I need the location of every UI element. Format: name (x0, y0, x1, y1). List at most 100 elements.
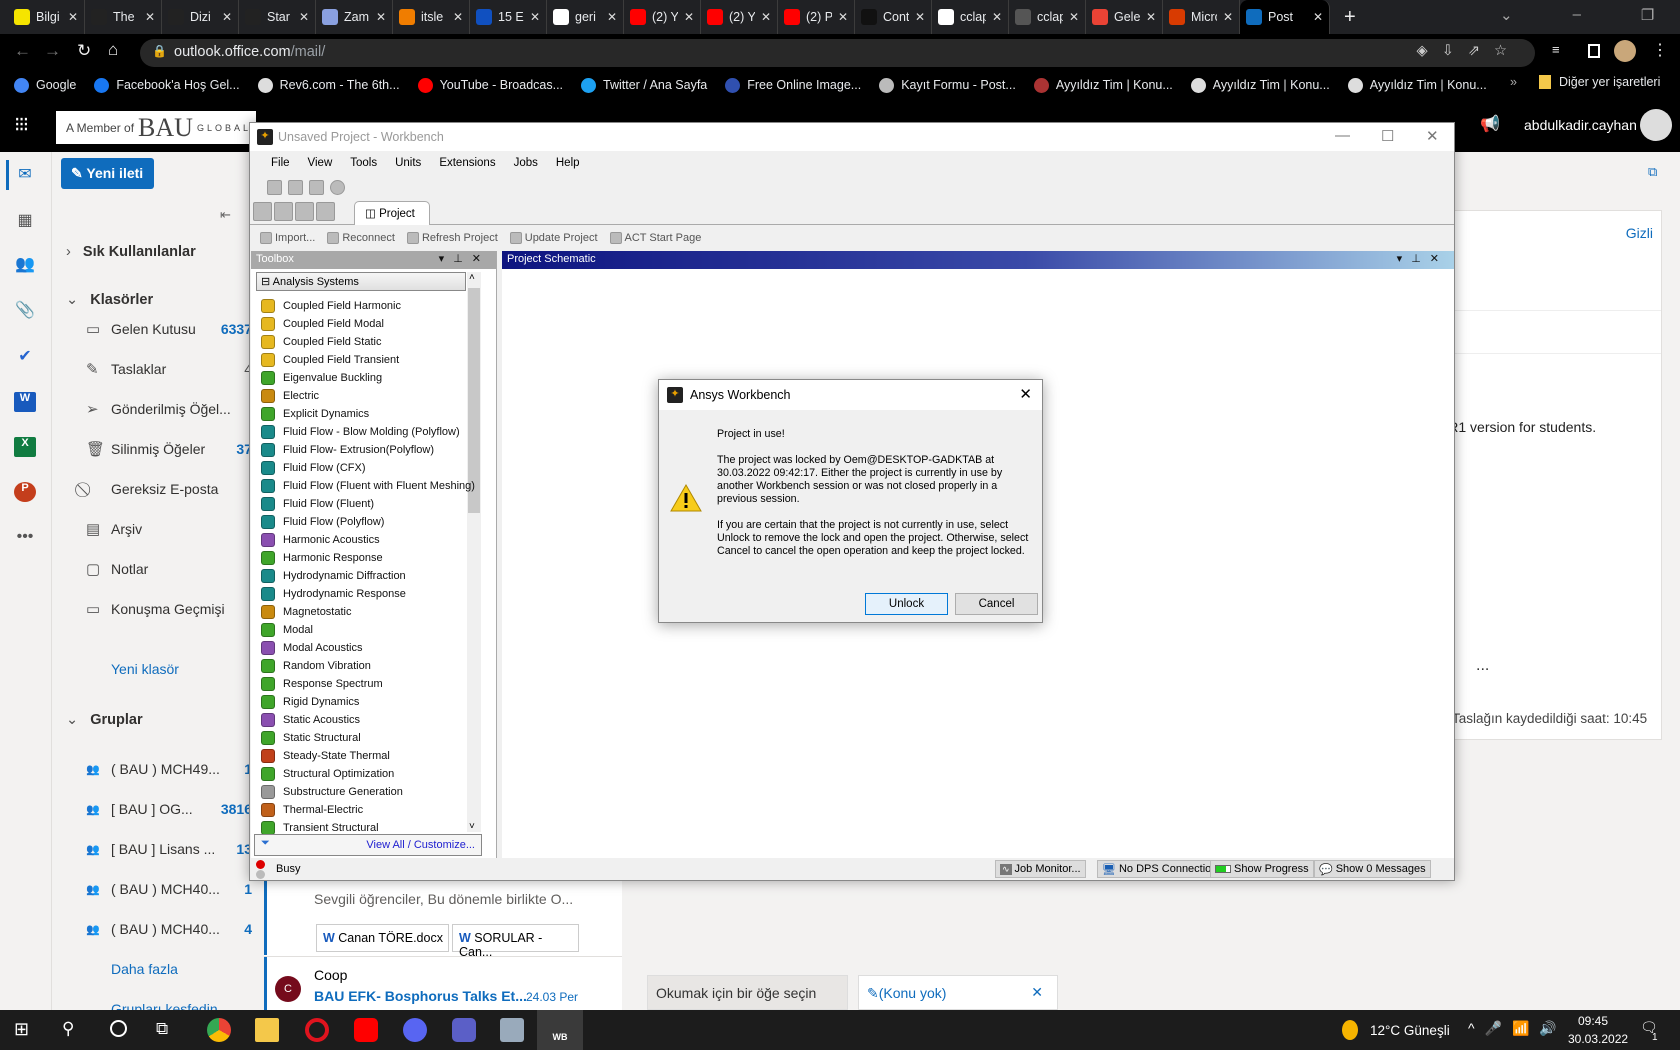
unlock-button[interactable]: Unlock (865, 593, 948, 615)
folder-item[interactable]: ✎Taslaklar4 (52, 354, 252, 384)
browser-tab[interactable]: (2) YENİ ✕ (701, 0, 778, 34)
url-bar[interactable]: 🔒 outlook.office.com/mail/ ◈⇩⇗☆ (140, 39, 1535, 67)
maximize-button[interactable]: ☐ (1381, 127, 1394, 145)
workbench-taskbar-icon[interactable]: WB (537, 1010, 583, 1050)
tab-close-icon[interactable]: ✕ (992, 10, 1002, 24)
analysis-system-item[interactable]: Coupled Field Harmonic (261, 297, 401, 315)
tab-close-icon[interactable]: ✕ (684, 10, 694, 24)
message-subject[interactable]: BAU EFK- Bosphorus Talks Et... (314, 988, 527, 1004)
opera-taskbar-icon[interactable] (305, 1018, 329, 1042)
analysis-system-item[interactable]: Harmonic Response (261, 549, 383, 567)
collapse-pane-icon[interactable]: ⇤ (220, 207, 231, 223)
bookmark[interactable]: Facebook'a Hoş Gel... (94, 77, 240, 93)
tab-close-icon[interactable]: ✕ (838, 10, 848, 24)
tab-close-icon[interactable]: ✕ (530, 10, 540, 24)
browser-tab[interactable]: 15 E ✕ (470, 0, 547, 34)
bookmark[interactable]: Ayyıldız Tim | Konu... (1033, 77, 1173, 93)
search-icon[interactable]: ⚲ (62, 1019, 74, 1039)
bookmark[interactable]: Ayyıldız Tim | Konu... (1347, 77, 1487, 93)
attachment-icon[interactable]: 📎 (14, 300, 36, 320)
tab-draft[interactable]: ✎(Konu yok) ✕ (858, 975, 1058, 1010)
discord-taskbar-icon[interactable] (403, 1018, 427, 1042)
toolbar-icon[interactable] (267, 179, 282, 195)
more-apps-icon[interactable]: ••• (14, 528, 36, 548)
analysis-system-item[interactable]: Harmonic Acoustics (261, 531, 380, 549)
analysis-system-item[interactable]: Response Spectrum (261, 675, 383, 693)
analysis-system-item[interactable]: Modal (261, 621, 313, 639)
todo-icon[interactable]: ✔ (14, 346, 36, 366)
analysis-system-item[interactable]: Fluid Flow (CFX) (261, 459, 366, 477)
url-actions-icons[interactable]: ◈⇩⇗☆ (1417, 43, 1521, 59)
user-avatar[interactable] (1640, 109, 1672, 141)
analysis-system-item[interactable]: Fluid Flow (Polyflow) (261, 513, 384, 531)
clock-date[interactable]: 30.03.2022 (1568, 1032, 1628, 1046)
minimize-button[interactable]: — (1335, 127, 1350, 144)
analysis-system-item[interactable]: Fluid Flow (Fluent) (261, 495, 374, 513)
panel-controls[interactable]: ▾⊥✕ (439, 252, 490, 265)
more-groups-link[interactable]: Daha fazla (111, 961, 178, 977)
folder-item[interactable]: ⃠Gereksiz E-posta (52, 474, 252, 504)
analysis-system-item[interactable]: Steady-State Thermal (261, 747, 390, 765)
analysis-system-item[interactable]: Eigenvalue Buckling (261, 369, 382, 387)
tab-close-icon[interactable]: ✕ (915, 10, 925, 24)
dps-connection-button[interactable]: 🖥 No DPS Connection (1097, 860, 1223, 878)
tab-close-icon[interactable]: ✕ (1069, 10, 1079, 24)
folder-item[interactable]: ▤ Arşiv (52, 514, 252, 544)
bookmark[interactable]: YouTube - Broadcas... (417, 77, 563, 93)
tab-close-icon[interactable]: ✕ (607, 10, 617, 24)
powerpoint-icon[interactable]: P (14, 482, 36, 502)
analysis-system-item[interactable]: Hydrodynamic Response (261, 585, 406, 603)
word-icon[interactable]: W (14, 392, 36, 412)
save-icon[interactable] (295, 202, 314, 221)
calendar-icon[interactable]: ▦ (14, 210, 36, 230)
menu-extensions[interactable]: Extensions (430, 157, 504, 169)
menu-jobs[interactable]: Jobs (505, 157, 547, 169)
folder-item[interactable]: ➢ Gönderilmiş Öğel... (52, 394, 252, 424)
browser-tab[interactable]: The ✕ (85, 0, 162, 34)
analysis-system-item[interactable]: Coupled Field Modal (261, 315, 384, 333)
announcement-icon[interactable]: 📢 (1480, 114, 1500, 134)
analysis-system-item[interactable]: Coupled Field Static (261, 333, 381, 351)
analysis-system-item[interactable]: Coupled Field Transient (261, 351, 399, 369)
new-message-button[interactable]: ✎ Yeni ileti (61, 158, 154, 189)
groups-section[interactable]: ⌄ Gruplar (66, 712, 143, 728)
browser-tab[interactable]: Zam ✕ (316, 0, 393, 34)
message-sender[interactable]: Coop (314, 967, 347, 983)
analysis-system-item[interactable]: Electric (261, 387, 319, 405)
start-icon[interactable]: ⊞ (14, 1019, 29, 1040)
tab-close-icon[interactable]: ✕ (376, 10, 386, 24)
new-icon[interactable] (253, 202, 272, 221)
tab-search-icon[interactable]: ⌄ (1500, 6, 1513, 24)
restore-button[interactable]: ❐ (1641, 6, 1654, 24)
clock-time[interactable]: 09:45 (1578, 1014, 1608, 1028)
analysis-system-item[interactable]: Fluid Flow- Extrusion(Polyflow) (261, 441, 434, 459)
cortana-icon[interactable] (110, 1020, 127, 1037)
tab-close-icon[interactable]: ✕ (145, 10, 155, 24)
open-icon[interactable] (274, 202, 293, 221)
back-icon[interactable]: ← (14, 41, 31, 61)
youtube-taskbar-icon[interactable] (354, 1018, 378, 1042)
browser-tab[interactable]: cclapilt ✕ (932, 0, 1009, 34)
browser-tab[interactable]: Gelen K ✕ (1086, 0, 1163, 34)
dialog-close-button[interactable]: ✕ (1019, 385, 1032, 403)
analysis-system-item[interactable]: Magnetostatic (261, 603, 351, 621)
bookmark[interactable]: Google (14, 77, 76, 93)
confidential-label[interactable]: Gizli (1626, 225, 1653, 241)
task-view-icon[interactable]: ⧉ (156, 1019, 168, 1039)
analysis-system-item[interactable]: Modal Acoustics (261, 639, 362, 657)
browser-tab[interactable]: Microso ✕ (1163, 0, 1240, 34)
group-item[interactable]: 👥 [ BAU ] OG... 3816 (52, 794, 252, 824)
explorer-taskbar-icon[interactable] (255, 1018, 279, 1042)
tab-close-icon[interactable]: ✕ (1223, 10, 1233, 24)
folder-item[interactable]: 🗑 Silinmiş Öğeler 37 (52, 434, 252, 464)
folder-item[interactable]: ▭ Konuşma Geçmişi (52, 594, 252, 624)
mail-icon[interactable]: ✉ (14, 164, 36, 184)
close-button[interactable]: ✕ (1426, 127, 1439, 145)
message-preview[interactable]: Sevgili öğrenciler, Bu dönemle birlikte … (314, 891, 573, 907)
toolbar-button[interactable]: Reconnect (327, 232, 395, 244)
attachment-chip[interactable]: W SORULAR - Can... (452, 924, 579, 959)
user-name[interactable]: abdulkadir.cayhan (1524, 117, 1637, 133)
analysis-system-item[interactable]: Fluid Flow (Fluent with Fluent Meshing) (261, 477, 475, 495)
browser-tab[interactable]: Dizi ✕ (162, 0, 239, 34)
forward-icon[interactable]: → (44, 41, 61, 61)
